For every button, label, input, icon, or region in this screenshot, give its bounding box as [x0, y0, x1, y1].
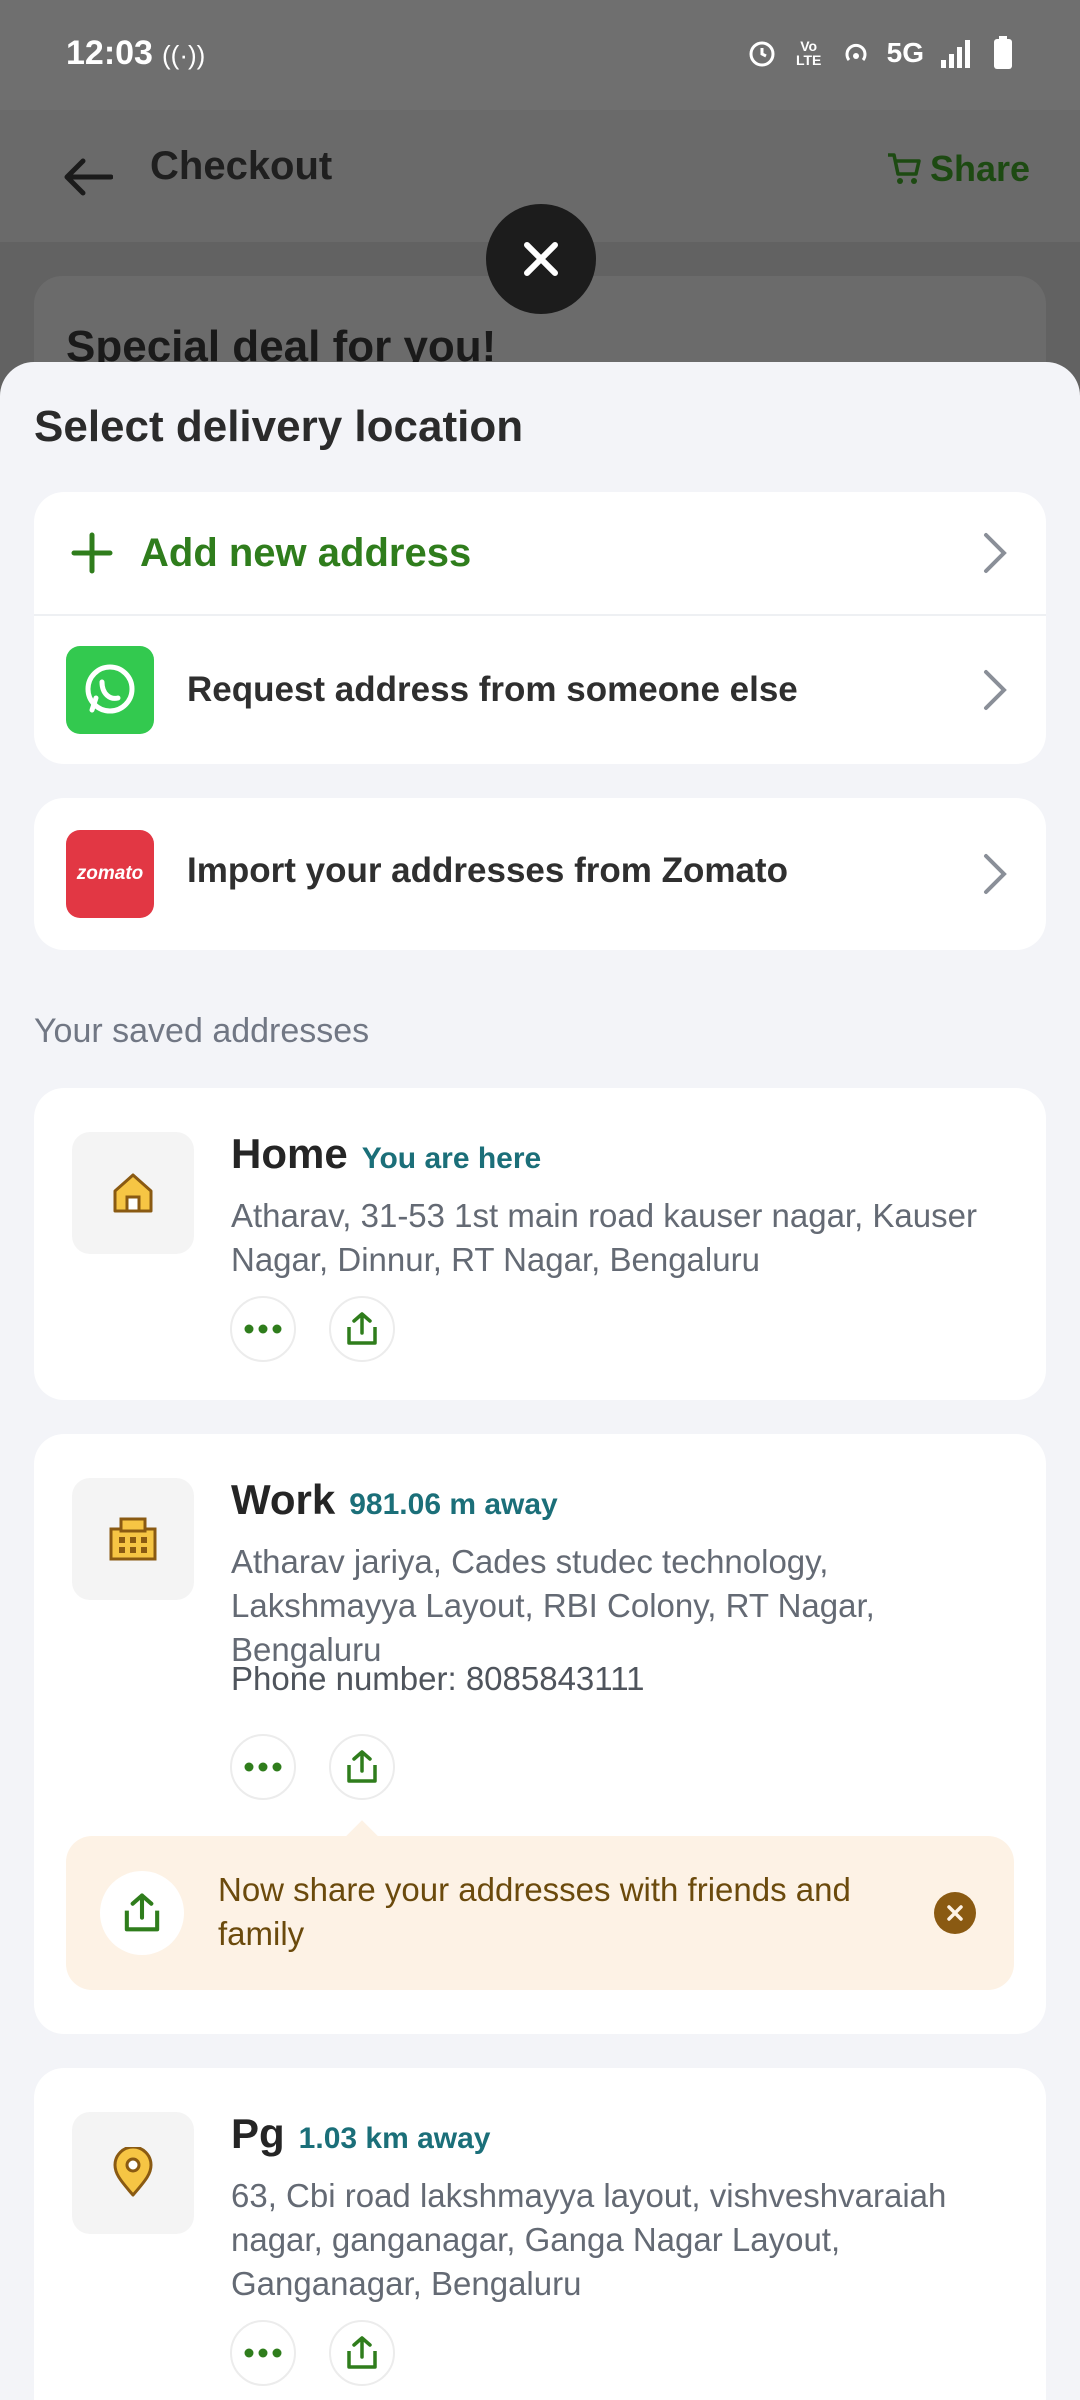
address-text: Atharav, 31-53 1st main road kauser naga…	[231, 1197, 977, 1278]
address-phone: Phone number: 8085843111	[231, 1660, 645, 1697]
chevron-right-icon	[984, 533, 1007, 573]
building-icon	[72, 1478, 194, 1600]
share-icon	[347, 1750, 377, 1783]
share-button[interactable]: Share	[886, 148, 1030, 190]
share-icon	[100, 1871, 184, 1955]
share-label: Share	[929, 148, 1030, 189]
more-options-button[interactable]	[230, 2320, 296, 2386]
home-icon	[72, 1132, 194, 1254]
network-type: 5G	[886, 37, 924, 68]
address-header: Work 981.06 m away	[231, 1476, 558, 1524]
location-pin-icon	[72, 2112, 194, 2234]
page-title: Checkout	[150, 144, 333, 188]
address-distance: 1.03 km away	[298, 2122, 491, 2155]
add-new-address-label: Add new address	[140, 530, 472, 575]
address-name: Pg	[231, 2110, 285, 2157]
back-button[interactable]	[52, 142, 122, 212]
close-icon	[524, 242, 558, 276]
cart-icon	[887, 153, 921, 184]
address-distance: 981.06 m away	[349, 1488, 558, 1521]
volte-icon: Vo LTE	[795, 38, 822, 68]
arrow-left-icon	[64, 158, 113, 196]
address-text: 63, Cbi road lakshmayya layout, vishvesh…	[231, 2177, 947, 2302]
more-dots-icon	[244, 1762, 282, 1772]
saved-address-card-work[interactable]: Work 981.06 m away Atharav jariya, Cades…	[34, 1434, 1046, 2034]
chevron-right-icon	[984, 854, 1007, 894]
zomato-logo: zomato	[66, 830, 154, 918]
hotspot-status-icon: ((·))	[162, 40, 206, 70]
more-dots-icon	[244, 1324, 282, 1334]
dismiss-tip-button[interactable]	[934, 1892, 976, 1934]
alarm-icon	[745, 36, 779, 70]
address-header: Pg 1.03 km away	[231, 2110, 490, 2158]
request-address-label: Request address from someone else	[187, 670, 798, 709]
signal-icon	[938, 36, 972, 70]
import-zomato-card[interactable]: zomato Import your addresses from Zomato	[34, 798, 1046, 950]
battery-icon	[986, 36, 1020, 70]
address-actions-card: Add new address Request address from som…	[34, 492, 1046, 764]
plus-icon	[71, 532, 113, 574]
address-header: Home You are here	[231, 1130, 541, 1178]
status-time: 12:03	[66, 34, 153, 72]
status-bar: 12:03 ((·)) Vo LTE 5G	[0, 0, 1080, 110]
saved-address-card-home[interactable]: Home You are here Atharav, 31-53 1st mai…	[34, 1088, 1046, 1400]
request-address-row[interactable]: Request address from someone else	[34, 616, 1046, 764]
add-new-address-row[interactable]: Add new address	[34, 492, 1046, 614]
address-distance: You are here	[361, 1142, 542, 1175]
close-sheet-button[interactable]	[486, 204, 596, 314]
hotspot-icon	[839, 36, 873, 70]
share-icon	[347, 2336, 377, 2369]
address-text: Atharav jariya, Cades studec technology,…	[231, 1543, 875, 1668]
share-address-button[interactable]	[329, 2320, 395, 2386]
more-options-button[interactable]	[230, 1734, 296, 1800]
status-icons: Vo LTE 5G	[745, 36, 1020, 70]
close-icon	[947, 1905, 963, 1921]
whatsapp-icon	[66, 646, 154, 734]
saved-addresses-heading: Your saved addresses	[34, 1012, 370, 1050]
address-name: Home	[231, 1130, 348, 1177]
chevron-right-icon	[984, 670, 1007, 710]
more-dots-icon	[244, 2348, 282, 2358]
share-tip-text: Now share your addresses with friends an…	[218, 1871, 851, 1952]
more-options-button[interactable]	[230, 1296, 296, 1362]
share-icon	[347, 1312, 377, 1345]
address-name: Work	[231, 1476, 336, 1523]
share-address-button[interactable]	[329, 1296, 395, 1362]
sheet-title: Select delivery location	[34, 402, 524, 451]
import-zomato-label: Import your addresses from Zomato	[187, 851, 788, 890]
share-address-button[interactable]	[329, 1734, 395, 1800]
delivery-location-sheet: Select delivery location Add new address…	[0, 362, 1080, 2400]
share-tip-banner: Now share your addresses with friends an…	[66, 1836, 1014, 1990]
saved-address-card-pg[interactable]: Pg 1.03 km away 63, Cbi road lakshmayya …	[34, 2068, 1046, 2400]
